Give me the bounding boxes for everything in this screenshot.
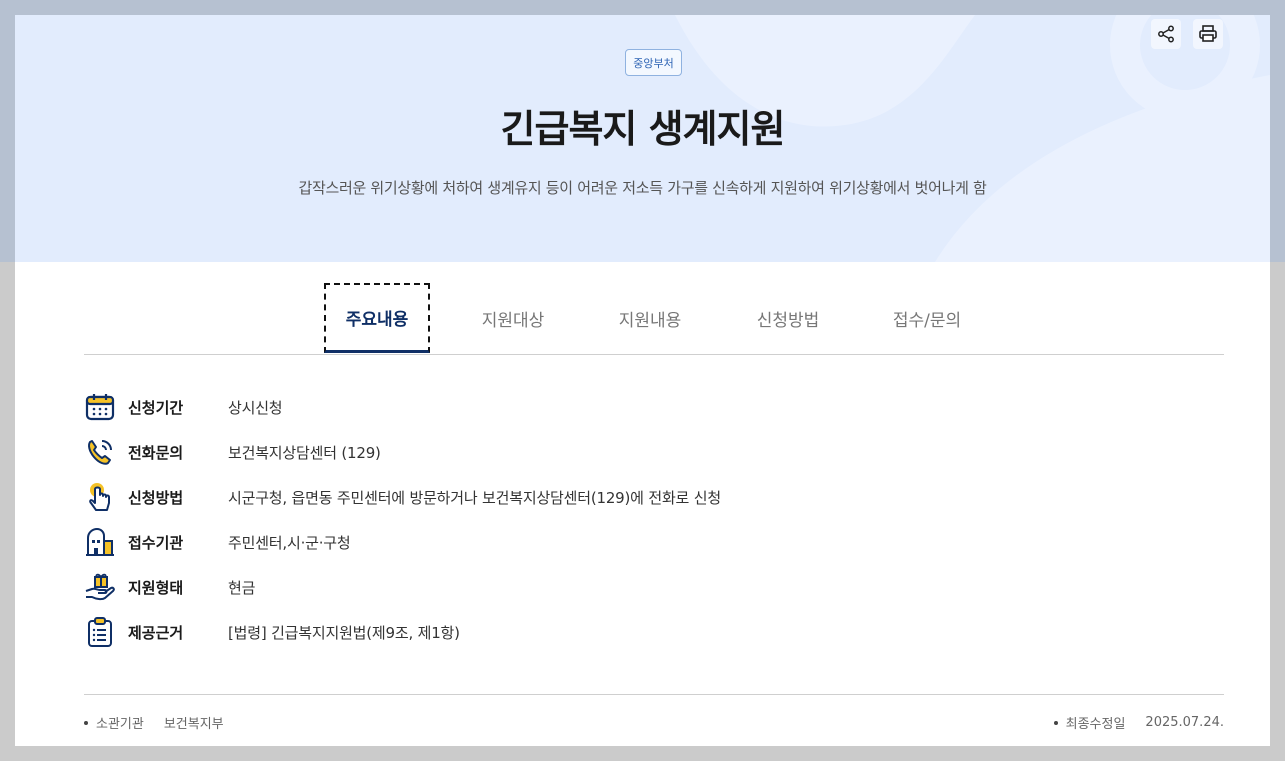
info-value: 시군구청, 읍면동 주민센터에 방문하거나 보건복지상담센터(129)에 전화로… xyxy=(228,488,721,507)
dept-value: 보건복지부 xyxy=(163,717,224,732)
info-value: 현금 xyxy=(228,578,256,597)
share-icon xyxy=(1158,25,1174,43)
clipboard-icon xyxy=(88,617,112,647)
info-label: 제공근거 xyxy=(128,623,184,642)
tab-bar: 주요내용 지원대상 지원내용 신청방법 접수/문의 xyxy=(84,283,1224,355)
info-row-type: 지원형태 현금 xyxy=(84,570,1184,604)
tab-main-content[interactable]: 주요내용 xyxy=(324,283,430,353)
building-icon xyxy=(86,527,114,556)
footer-department: 소관기관 보건복지부 xyxy=(84,713,224,732)
bullet-dot xyxy=(1053,720,1058,725)
info-label: 지원형태 xyxy=(128,578,184,597)
print-button[interactable] xyxy=(1193,19,1223,49)
hero-banner: 중앙부처 긴급복지 생계지원 갑작스러운 위기상황에 처하여 생계유지 등이 어… xyxy=(15,15,1270,262)
info-value: [법령] 긴급복지지원법(제9조, 제1항) xyxy=(228,623,460,642)
category-badge: 중앙부처 xyxy=(625,49,682,76)
info-value: 보건복지상담센터 (129) xyxy=(228,443,381,462)
share-button[interactable] xyxy=(1151,19,1181,49)
dept-label: 소관기관 xyxy=(96,717,144,732)
info-row-method: 신청방법 시군구청, 읍면동 주민센터에 방문하거나 보건복지상담센터(129)… xyxy=(84,480,1184,514)
tab-support-content[interactable]: 지원내용 xyxy=(597,283,703,353)
gift-hand-icon xyxy=(85,573,115,601)
info-value: 상시신청 xyxy=(228,398,283,417)
phone-icon xyxy=(88,440,112,465)
bullet-dot xyxy=(84,720,88,725)
info-label: 신청방법 xyxy=(128,488,184,507)
tab-eligibility[interactable]: 지원대상 xyxy=(460,283,566,353)
info-label: 접수기관 xyxy=(128,533,184,552)
info-label: 전화문의 xyxy=(128,443,184,462)
tab-contact[interactable]: 접수/문의 xyxy=(874,283,980,353)
footer-updated: 최종수정일 2025.07.24. xyxy=(1053,713,1224,732)
content-card: 중앙부처 긴급복지 생계지원 갑작스러운 위기상황에 처하여 생계유지 등이 어… xyxy=(15,15,1270,746)
hand-pointer-icon xyxy=(89,483,110,511)
page-subtitle: 갑작스러운 위기상황에 처하여 생계유지 등이 어려운 저소득 가구를 신속하게… xyxy=(298,179,987,197)
updated-label: 최종수정일 xyxy=(1065,717,1126,732)
info-row-period: 신청기간 상시신청 xyxy=(84,390,1184,424)
updated-value: 2025.07.24. xyxy=(1145,715,1224,730)
info-row-phone: 전화문의 보건복지상담센터 (129) xyxy=(84,435,1184,469)
footer-divider xyxy=(84,694,1224,695)
calendar-icon xyxy=(85,394,115,421)
info-label: 신청기간 xyxy=(128,398,184,417)
print-icon xyxy=(1199,25,1217,42)
tab-application-method[interactable]: 신청방법 xyxy=(735,283,841,353)
info-row-agency: 접수기관 주민센터,시·군·구청 xyxy=(84,525,1184,559)
info-row-basis: 제공근거 [법령] 긴급복지지원법(제9조, 제1항) xyxy=(84,615,1184,649)
page-title: 긴급복지 생계지원 xyxy=(500,107,786,151)
info-value: 주민센터,시·군·구청 xyxy=(228,533,351,552)
